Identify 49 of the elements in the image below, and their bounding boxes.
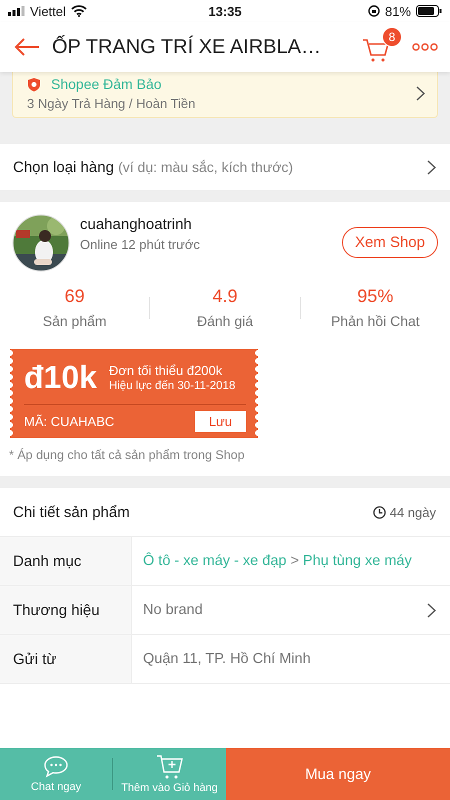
section-title: Chi tiết sản phẩm [13,504,130,520]
stat-label: Sản phẩm [42,313,107,329]
listing-age: 44 ngày [390,504,436,520]
attribute-value: Quận 11, TP. Hồ Chí Minh [143,651,312,667]
category-link[interactable]: Ô tô - xe máy - xe đạp [143,553,286,569]
attribute-label: Gửi từ [13,650,56,668]
chevron-icon [427,602,436,618]
attribute-label: Danh mục [13,552,82,570]
guarantee-subtitle: 3 Ngày Trả Hàng / Hoàn Tiền [27,96,196,111]
chat-bubble-icon [42,755,70,779]
battery-icon [416,5,442,17]
signal-icon [8,6,25,16]
battery-percent: 81% [384,4,411,18]
attribute-label: Thương hiệu [13,602,100,618]
clock-icon [372,506,386,518]
carrier-name: Viettel [30,4,66,18]
stat-value: 4.9 [212,286,238,307]
cart-icon [362,37,390,63]
chevron-icon [416,86,425,101]
shop-name: cuahanghoatrinh [80,216,193,233]
stat-value: 69 [64,286,85,307]
guarantee-banner[interactable]: Shopee Đảm Bảo 3 Ngày Trả Hàng / Hoàn Tiền [12,72,438,118]
voucher-code: MÃ: CUAHABC [24,414,114,429]
wifi-icon [70,5,87,17]
online-status: Online 12 phút trước [80,237,201,252]
variant-label: Chọn loại hàng (ví dụ: màu sắc, kích thước) [13,158,294,176]
view-shop-button[interactable]: Xem Shop [342,226,438,258]
clock-time: 13:35 [208,4,242,18]
chevron-icon [427,160,436,174]
guarantee-title: Shopee Đảm Bảo [51,76,162,92]
validity-date: Hiệu lực đến 30-11-2018 [108,380,236,392]
buy-now-button[interactable]: Mua ngay [226,748,450,800]
variant-selector[interactable]: Chọn loại hàng (ví dụ: màu sắc, kích thước) [0,144,450,190]
breadcrumb-separator: > [290,553,299,569]
category-link[interactable]: Phụ tùng xe máy [302,553,412,569]
save-button[interactable]: Lưu [194,411,246,432]
stat-value: 95% [357,286,394,307]
cart-plus-icon [156,754,184,780]
voucher-amount: đ10k [24,359,97,396]
shield-icon [27,76,41,92]
rotation-lock-icon [368,5,380,17]
cart-count-badge: 8 [382,27,402,47]
page-title: ỐP TRANG TRÍ XE AIRBLA… [52,36,322,58]
cart-button[interactable]: 8 [358,27,402,67]
attribute-value: No brand [143,602,204,618]
voucher-note: * Áp dụng cho tất cả sản phẩm trong Shop [9,448,246,462]
stat-label: Đánh giá [196,313,254,329]
stat-label: Phản hồi Chat [330,313,420,329]
minimum-order: Đơn tối thiểu đ200k [108,363,224,378]
